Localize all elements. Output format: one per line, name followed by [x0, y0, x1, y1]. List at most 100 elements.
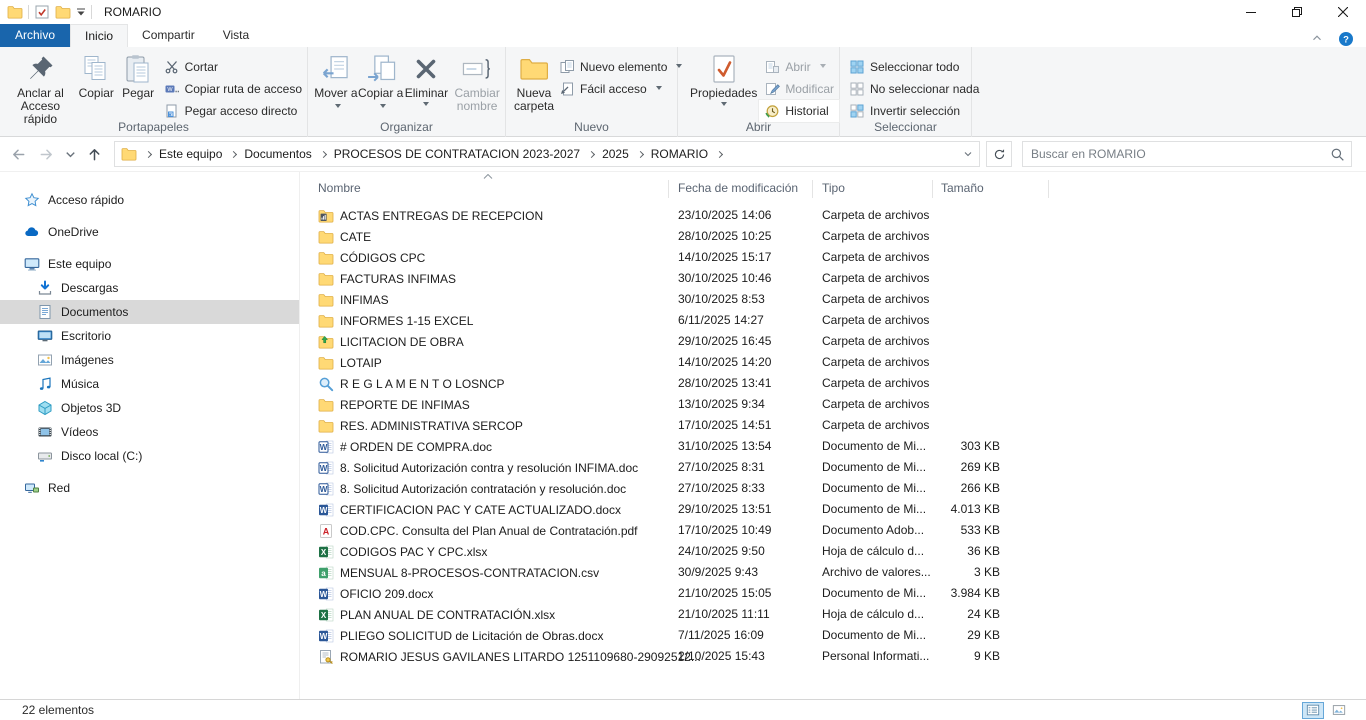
cut-button[interactable]: Cortar: [159, 56, 307, 78]
file-row[interactable]: W OFICIO 209.docx 21/10/2025 15:05 Docum…: [300, 583, 1366, 604]
open-button[interactable]: Abrir: [759, 56, 839, 78]
file-row[interactable]: INFIMAS 30/10/2025 8:53 Carpeta de archi…: [300, 289, 1366, 310]
column-header-tamano[interactable]: Tamaño: [941, 181, 984, 195]
tab-archivo[interactable]: Archivo: [0, 24, 70, 47]
qat-new-folder-button[interactable]: [55, 4, 71, 20]
select-none-button[interactable]: No seleccionar nada: [844, 78, 984, 100]
collapse-ribbon-button[interactable]: [1310, 31, 1326, 47]
select-all-button[interactable]: Seleccionar todo: [844, 56, 984, 78]
rename-button[interactable]: Cambiar nombre: [449, 51, 505, 113]
forward-button[interactable]: [34, 142, 58, 166]
file-row[interactable]: CATE 28/10/2025 10:25 Carpeta de archivo…: [300, 226, 1366, 247]
file-row[interactable]: W CERTIFICACION PAC Y CATE ACTUALIZADO.d…: [300, 499, 1366, 520]
file-row[interactable]: R E G L A M E N T O LOSNCP 28/10/2025 13…: [300, 373, 1366, 394]
minimize-button[interactable]: [1228, 0, 1274, 24]
new-item-button[interactable]: Nuevo elemento: [554, 56, 687, 78]
copy-to-button[interactable]: Copiar a: [358, 51, 404, 113]
sidebar-item-música[interactable]: Música: [0, 372, 299, 396]
group-label-open: Abrir: [678, 120, 839, 134]
sidebar-item-escritorio[interactable]: Escritorio: [0, 324, 299, 348]
file-row[interactable]: REPORTE DE INFIMAS 13/10/2025 9:34 Carpe…: [300, 394, 1366, 415]
file-row[interactable]: X PLAN ANUAL DE CONTRATACIÓN.xlsx 21/10/…: [300, 604, 1366, 625]
file-row[interactable]: CÓDIGOS CPC 14/10/2025 15:17 Carpeta de …: [300, 247, 1366, 268]
file-row[interactable]: A COD.CPC. Consulta del Plan Anual de Co…: [300, 520, 1366, 541]
sidebar-item-imágenes[interactable]: Imágenes: [0, 348, 299, 372]
tab-vista[interactable]: Vista: [209, 24, 263, 47]
folder-icon: [318, 355, 334, 371]
breadcrumb-romario[interactable]: ROMARIO: [649, 147, 710, 161]
sidebar-item-este-equipo[interactable]: Este equipo: [0, 252, 299, 276]
file-row[interactable]: ROMARIO JESUS GAVILANES LITARDO 12511096…: [300, 646, 1366, 667]
help-button[interactable]: ?: [1338, 31, 1354, 47]
column-header-nombre[interactable]: Nombre: [318, 181, 361, 195]
up-button[interactable]: [82, 142, 106, 166]
sidebar-item-documentos[interactable]: Documentos: [0, 300, 299, 324]
properties-button[interactable]: Propiedades: [688, 51, 759, 109]
column-divider[interactable]: [812, 180, 813, 198]
file-row[interactable]: FACTURAS INFIMAS 30/10/2025 10:46 Carpet…: [300, 268, 1366, 289]
qat-customize-button[interactable]: [76, 8, 86, 16]
sidebar-item-descargas[interactable]: Descargas: [0, 276, 299, 300]
qat-properties-button[interactable]: [34, 4, 50, 20]
pin-quick-access-button[interactable]: Anclar al Acceso rápido: [6, 51, 75, 126]
file-row[interactable]: W PLIEGO SOLICITUD de Licitación de Obra…: [300, 625, 1366, 646]
refresh-button[interactable]: [986, 141, 1012, 167]
new-folder-button[interactable]: Nueva carpeta: [514, 51, 554, 113]
file-row[interactable]: W 8. Solicitud Autorización contra y res…: [300, 457, 1366, 478]
file-row[interactable]: LICITACION DE OBRA 29/10/2025 16:45 Carp…: [300, 331, 1366, 352]
thumbnails-view-button[interactable]: [1328, 702, 1350, 719]
copy-button[interactable]: Copiar: [75, 51, 118, 100]
sidebar-item-objetos-3d[interactable]: Objetos 3D: [0, 396, 299, 420]
recent-locations-button[interactable]: [62, 142, 78, 166]
column-divider[interactable]: [668, 180, 669, 198]
file-date-modified: 17/10/2025 10:49: [678, 523, 771, 537]
tab-inicio[interactable]: Inicio: [70, 24, 128, 47]
details-view-button[interactable]: [1302, 702, 1324, 719]
file-row[interactable]: INFORMES 1-15 EXCEL 6/11/2025 14:27 Carp…: [300, 310, 1366, 331]
svg-text:a: a: [321, 568, 326, 577]
easy-access-button[interactable]: Fácil acceso: [554, 78, 687, 100]
breadcrumb-este-equipo[interactable]: Este equipo: [157, 147, 224, 161]
close-icon: [1338, 7, 1348, 17]
column-divider[interactable]: [932, 180, 933, 198]
window-title: ROMARIO: [104, 5, 161, 19]
sidebar-item-acceso-rápido[interactable]: Acceso rápido: [0, 188, 299, 212]
delete-button[interactable]: Eliminar: [404, 51, 450, 109]
search-input[interactable]: [1031, 147, 1330, 161]
paste-button[interactable]: Pegar: [118, 51, 159, 100]
file-row[interactable]: a MENSUAL 8-PROCESOS-CONTRATACION.csv 30…: [300, 562, 1366, 583]
file-row[interactable]: ACTAS ENTREGAS DE RECEPCION 23/10/2025 1…: [300, 205, 1366, 226]
history-button[interactable]: Historial: [759, 100, 839, 122]
file-row[interactable]: X CODIGOS PAC Y CPC.xlsx 24/10/2025 9:50…: [300, 541, 1366, 562]
tab-compartir[interactable]: Compartir: [128, 24, 209, 47]
chevron-up-icon: [1310, 31, 1324, 47]
address-dropdown-button[interactable]: [957, 148, 979, 160]
address-bar[interactable]: Este equipo Documentos PROCESOS DE CONTRAT…: [114, 141, 980, 167]
chevron-right-icon: [637, 150, 644, 157]
copy-path-button[interactable]: WCopiar ruta de acceso: [159, 78, 307, 100]
column-header-tipo[interactable]: Tipo: [822, 181, 845, 195]
paste-shortcut-button[interactable]: Pegar acceso directo: [159, 100, 307, 122]
file-row[interactable]: W # ORDEN DE COMPRA.doc 31/10/2025 13:54…: [300, 436, 1366, 457]
column-divider[interactable]: [1048, 180, 1049, 198]
sidebar-item-vídeos[interactable]: Vídeos: [0, 420, 299, 444]
invert-selection-button[interactable]: Invertir selección: [844, 100, 984, 122]
restore-button[interactable]: [1274, 0, 1320, 24]
sidebar-item-onedrive[interactable]: OneDrive: [0, 220, 299, 244]
breadcrumb-documentos[interactable]: Documentos: [242, 147, 313, 161]
sidebar-item-red[interactable]: Red: [0, 476, 299, 500]
file-row[interactable]: W 8. Solicitud Autorización contratación…: [300, 478, 1366, 499]
move-to-button[interactable]: Mover a: [314, 51, 358, 113]
ribbon-controls: ?: [1310, 31, 1366, 47]
sort-ascending-icon: [483, 174, 493, 179]
open-icon: [764, 59, 780, 75]
sidebar-item-disco-local-c[interactable]: Disco local (C:): [0, 444, 299, 468]
edit-button[interactable]: Modificar: [759, 78, 839, 100]
file-row[interactable]: RES. ADMINISTRATIVA SERCOP 17/10/2025 14…: [300, 415, 1366, 436]
back-button[interactable]: [6, 142, 30, 166]
file-row[interactable]: LOTAIP 14/10/2025 14:20 Carpeta de archi…: [300, 352, 1366, 373]
close-button[interactable]: [1320, 0, 1366, 24]
breadcrumb-2025[interactable]: 2025: [600, 147, 631, 161]
column-header-fecha[interactable]: Fecha de modificación: [678, 181, 798, 195]
breadcrumb-procesos-de-contratacion-2023-2027[interactable]: PROCESOS DE CONTRATACION 2023-2027: [332, 147, 582, 161]
